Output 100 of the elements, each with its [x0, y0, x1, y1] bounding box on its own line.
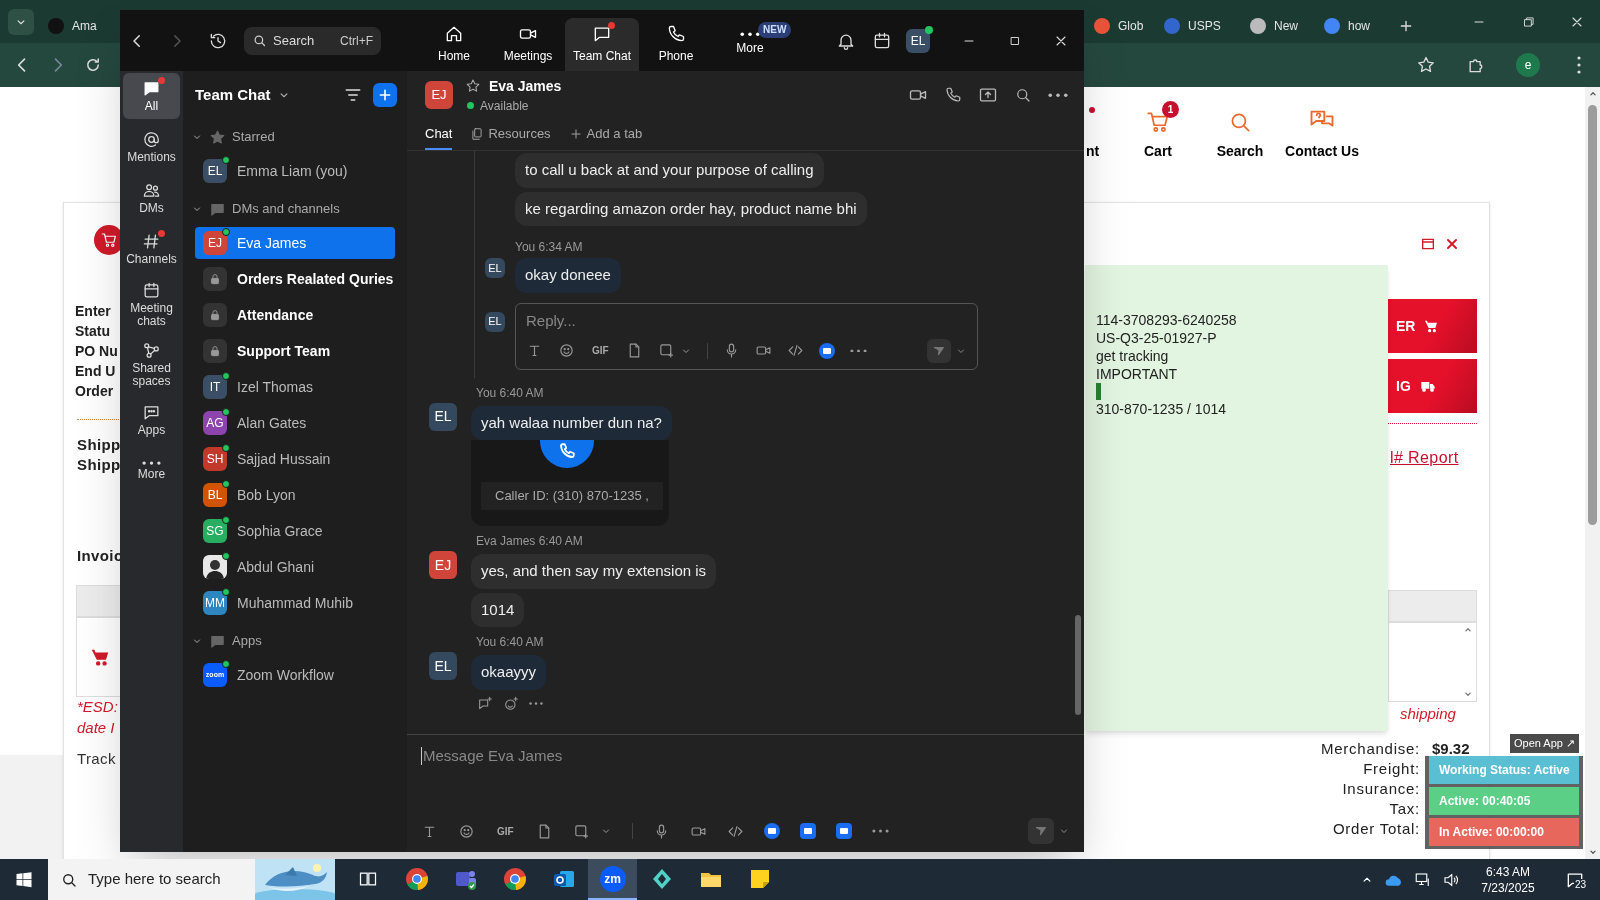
shortcut-hint: Ctrl+F: [340, 32, 373, 50]
notifications-button[interactable]: 23: [1565, 869, 1587, 890]
message-bubble: 1014: [471, 592, 525, 627]
field-label: Track: [77, 749, 116, 769]
avatar: AG: [203, 411, 227, 435]
message-meta: You 6:40 AM: [475, 634, 544, 651]
field-label: Shipp: [77, 455, 121, 475]
message-input[interactable]: Message Eva James GIF: [407, 734, 1084, 852]
taskbar-app[interactable]: zm: [588, 859, 637, 900]
total-label: Tax:: [1389, 799, 1420, 819]
presence-status: Available: [480, 97, 529, 115]
profile-avatar[interactable]: EL: [906, 28, 930, 53]
gif-button[interactable]: GIF: [495, 823, 516, 839]
reply-box[interactable]: Reply... GIF: [515, 302, 978, 370]
rail-item[interactable]: Meeting chats: [123, 277, 180, 332]
chat-list-item[interactable]: Abdul Ghani: [195, 551, 395, 583]
clock[interactable]: 6:43 AM 7/23/2025: [1470, 863, 1546, 896]
nav-link[interactable]: Contact Us: [1280, 101, 1364, 162]
section-header[interactable]: DMs and channels: [183, 191, 407, 227]
search-field[interactable]: Search Ctrl+F: [244, 26, 381, 55]
section-header[interactable]: Starred: [183, 119, 407, 155]
field-label: PO Nu: [75, 342, 118, 361]
nav-tab[interactable]: Meetings: [491, 18, 565, 71]
section-heading: Invoic: [77, 546, 123, 566]
chat-list-item[interactable]: EJ Eva James: [195, 227, 395, 259]
avatar: EL: [485, 258, 505, 278]
message-bubble: okaayyy: [471, 655, 547, 690]
avatar: EL: [429, 652, 457, 680]
browser-tab[interactable]: USPS: [1156, 9, 1242, 43]
chat-list-item[interactable]: EL Emma Liam (you): [195, 155, 395, 187]
message-meta: Eva James 6:40 AM: [475, 533, 583, 550]
message-meta: You 6:40 AM: [475, 384, 544, 402]
avatar: EL: [485, 311, 505, 332]
avatar: EJ: [425, 81, 453, 109]
chat-list-item[interactable]: Support Team: [195, 335, 395, 367]
browser-tab[interactable]: Glob: [1086, 9, 1156, 43]
nav-tab[interactable]: Home: [417, 18, 491, 71]
chat-tab[interactable]: Add a tab: [568, 119, 643, 150]
chat-list-item[interactable]: MM Muhammad Muhib: [195, 587, 395, 619]
browser-tab[interactable]: Ama: [40, 9, 120, 43]
profile-avatar[interactable]: e: [1516, 53, 1540, 77]
chat-list-item[interactable]: BL Bob Lyon: [195, 479, 395, 511]
report-link[interactable]: l# Report: [1390, 446, 1459, 470]
avatar: EL: [203, 159, 227, 183]
message-bubble: yes, and then say my extension is: [471, 554, 717, 589]
chat-tab[interactable]: Chat: [425, 119, 453, 150]
gif-button[interactable]: GIF: [590, 343, 611, 358]
total-value: $9.32: [1432, 739, 1470, 759]
field-label: End U: [75, 362, 116, 381]
sidebar-title-button[interactable]: Team Chat: [195, 83, 291, 107]
new-badge: NEW: [758, 21, 792, 38]
nav-tab[interactable]: Phone: [639, 18, 713, 71]
rail-item[interactable]: All: [123, 73, 180, 119]
chat-list-item[interactable]: Attendance: [195, 299, 395, 331]
rail-item[interactable]: Shared spaces: [123, 337, 180, 392]
avatar: MM: [203, 591, 227, 615]
browser-tab[interactable]: how: [1316, 9, 1390, 43]
avatar: BL: [203, 483, 227, 507]
rail-item[interactable]: DMs: [123, 175, 180, 221]
rail-item[interactable]: More: [123, 448, 180, 494]
avatar: EJ: [429, 551, 457, 579]
nav-link[interactable]: Search: [1208, 101, 1272, 162]
rail-item[interactable]: Mentions: [123, 124, 180, 170]
chat-list-item[interactable]: AG Alan Gates: [195, 407, 395, 439]
esd-note: *ESD: date I: [77, 697, 118, 738]
field-label: Shipp: [77, 435, 121, 455]
contact-name: Eva James: [489, 76, 562, 96]
shipping-note: shipping: [1400, 704, 1456, 724]
action-button[interactable]: ER: [1388, 299, 1477, 353]
message-bubble: yah walaa number dun na?: [471, 405, 672, 440]
avatar: EJ: [203, 231, 227, 255]
note-line: 114-3708293-6240258: [1096, 311, 1237, 329]
total-label: Order Total:: [1332, 819, 1420, 839]
chat-list-item[interactable]: SG Sophia Grace: [195, 515, 395, 547]
field-label: Statu: [75, 322, 110, 341]
field-label: Enter: [75, 302, 111, 321]
browser-tab[interactable]: New: [1242, 9, 1316, 43]
total-label: Freight:: [1363, 759, 1420, 779]
rail-item[interactable]: Apps: [123, 397, 180, 443]
section-header[interactable]: Apps: [183, 623, 407, 659]
chat-list-item[interactable]: SH Sajjad Hussain: [195, 443, 395, 475]
field-label: Order: [75, 382, 114, 401]
status-bar: Working Status: Active: [1429, 756, 1579, 784]
open-app-button[interactable]: Open App ↗: [1510, 734, 1579, 753]
caller-id: Caller ID: (310) 870-1235 ,: [481, 482, 663, 510]
video-meeting-icon: zm: [599, 865, 626, 892]
rail-item[interactable]: Channels: [123, 226, 180, 272]
chat-list-item[interactable]: IT Izel Thomas: [195, 371, 395, 403]
taskbar-search-field[interactable]: Type here to search: [48, 859, 335, 900]
action-button[interactable]: IG: [1388, 359, 1477, 413]
total-label: Insurance:: [1342, 779, 1420, 799]
nav-tab[interactable]: Team Chat: [565, 18, 639, 71]
chat-tab[interactable]: Resources: [470, 119, 551, 150]
chat-list-item[interactable]: Orders Realated Quries: [195, 263, 395, 295]
nav-link[interactable]: nt: [1086, 101, 1108, 162]
nav-link[interactable]: 1 Cart: [1128, 101, 1188, 162]
status-bar: Active: 00:40:05: [1429, 787, 1579, 815]
avatar: IT: [203, 375, 227, 399]
message-meta: You 6:34 AM: [515, 239, 583, 256]
status-bar: In Active: 00:00:00: [1429, 818, 1579, 846]
